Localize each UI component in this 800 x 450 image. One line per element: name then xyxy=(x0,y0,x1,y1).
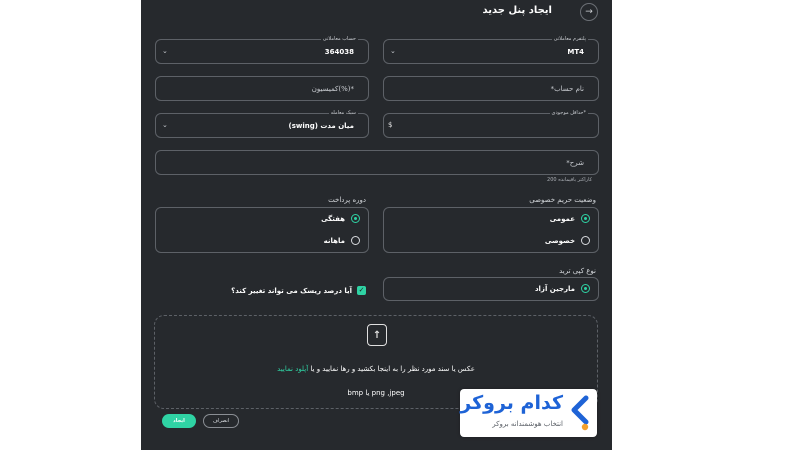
description-placeholder: شرح* xyxy=(566,159,584,167)
radio-unselected-icon xyxy=(351,236,360,245)
payment-period-group: هفتگی ماهانه xyxy=(155,207,369,253)
privacy-group: عمومی خصوصی xyxy=(383,207,599,253)
arrow-right-icon: → xyxy=(585,7,593,17)
min-balance-input[interactable]: *حداقل موجودی $ xyxy=(383,109,599,138)
description-input[interactable]: شرح* xyxy=(155,150,599,175)
create-button[interactable]: ایجاد xyxy=(162,414,196,428)
create-panel-form: ایجاد پنل جدید → پلتفرم معاملاتی MT4 ⌄ ح… xyxy=(141,0,612,450)
platform-select[interactable]: پلتفرم معاملاتی MT4 ⌄ xyxy=(383,35,599,64)
radio-selected-icon xyxy=(351,214,360,223)
radio-selected-icon xyxy=(581,284,590,293)
trading-style-select[interactable]: سبک معامله میان مدت (swing) ⌄ xyxy=(155,109,369,138)
account-name-input[interactable]: نام حساب* xyxy=(383,76,599,101)
file-upload-icon: ↑ xyxy=(367,324,387,346)
privacy-label: وضعیت حریم خصوصی xyxy=(529,196,596,204)
brand-watermark: کدام بروکر انتخاب هوشمندانه بروکر xyxy=(460,389,597,437)
commission-placeholder: *(%)کمیسیون xyxy=(311,85,354,93)
upload-instructions: عکس یا سند مورد نظر را به اینجا بکشید و … xyxy=(155,365,597,373)
commission-input[interactable]: *(%)کمیسیون xyxy=(155,76,369,101)
payment-option-label: هفتگی xyxy=(321,214,345,223)
platform-value: MT4 xyxy=(567,48,584,56)
cancel-button[interactable]: انصراف xyxy=(203,414,239,428)
copy-type-option-free-margin[interactable]: مارجین آزاد xyxy=(535,284,590,293)
trading-style-value: میان مدت (swing) xyxy=(288,122,354,130)
copy-type-option-label: مارجین آزاد xyxy=(534,284,575,293)
payment-option-monthly[interactable]: ماهانه xyxy=(324,236,360,245)
trading-account-label: حساب معاملاتی xyxy=(320,35,358,43)
privacy-option-label: خصوصی xyxy=(544,236,575,245)
risk-checkbox-label: آیا درصد ریسک می تواند تغییر کند؟ xyxy=(231,286,352,295)
payment-period-label: دوره پرداخت xyxy=(328,196,366,204)
upload-text: عکس یا سند مورد نظر را به اینجا بکشید و … xyxy=(310,365,475,373)
privacy-option-public[interactable]: عمومی xyxy=(550,214,590,223)
account-name-placeholder: نام حساب* xyxy=(550,85,584,93)
copy-type-group: مارجین آزاد xyxy=(383,277,599,301)
min-balance-label: *حداقل موجودی xyxy=(549,109,588,117)
radio-unselected-icon xyxy=(581,236,590,245)
watermark-title: کدام بروکر xyxy=(460,392,563,414)
dollar-icon: $ xyxy=(388,121,393,129)
upload-link[interactable]: آپلود نمایید xyxy=(277,365,308,373)
checkbox-checked-icon: ✓ xyxy=(357,286,366,295)
trading-account-select[interactable]: حساب معاملاتی 364038 ⌄ xyxy=(155,35,369,64)
payment-option-label: ماهانه xyxy=(323,236,345,245)
page-title: ایجاد پنل جدید xyxy=(482,5,552,16)
chevron-down-icon: ⌄ xyxy=(390,47,396,55)
chevron-down-icon: ⌄ xyxy=(162,47,168,55)
trading-style-label: سبک معامله xyxy=(328,109,358,117)
trading-account-value: 364038 xyxy=(324,48,354,56)
back-button[interactable]: → xyxy=(580,3,598,21)
copy-type-label: نوع کپی ترید xyxy=(559,267,596,275)
brand-logo-icon xyxy=(571,395,589,431)
risk-change-checkbox[interactable]: ✓ آیا درصد ریسک می تواند تغییر کند؟ xyxy=(231,286,366,295)
privacy-option-label: عمومی xyxy=(549,214,575,223)
radio-selected-icon xyxy=(581,214,590,223)
platform-label: پلتفرم معاملاتی xyxy=(551,35,588,43)
char-counter: 200 کاراکتر باقیمانده xyxy=(547,177,592,183)
watermark-subtitle: انتخاب هوشمندانه بروکر xyxy=(492,420,563,428)
privacy-option-private[interactable]: خصوصی xyxy=(545,236,590,245)
payment-option-weekly[interactable]: هفتگی xyxy=(321,214,360,223)
chevron-down-icon: ⌄ xyxy=(162,121,168,129)
